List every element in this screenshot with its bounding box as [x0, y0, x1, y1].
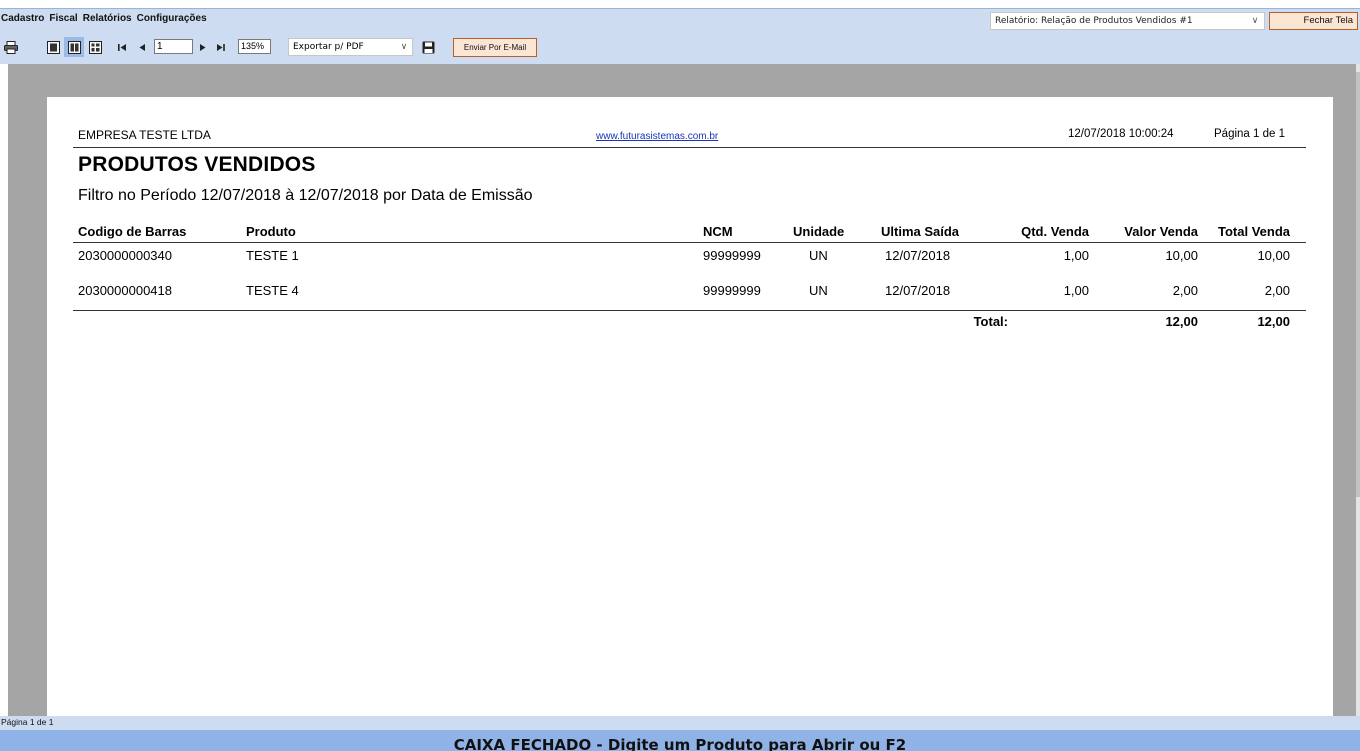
status-page-text: Página 1 de 1: [1, 717, 54, 727]
column-header-value: Valor Venda: [1124, 224, 1198, 239]
menu-configuracoes[interactable]: Configurações: [136, 13, 211, 24]
row2-total: 2,00: [1264, 283, 1290, 298]
printer-icon[interactable]: [3, 37, 19, 57]
multi-page-icon[interactable]: [86, 37, 104, 57]
report-filter: Filtro no Período 12/07/2018 à 12/07/201…: [78, 187, 533, 204]
chevron-down-icon: ∨: [1251, 16, 1259, 26]
row1-unit: UN: [809, 248, 828, 263]
row2-ncm: 99999999: [703, 283, 761, 298]
row1-last-sale: 12/07/2018: [885, 248, 951, 263]
previous-page-icon[interactable]: [137, 37, 147, 57]
column-header-barcode: Codigo de Barras: [78, 224, 187, 239]
window-top-strip: [0, 0, 1360, 8]
cash-status-bar: CAIXA FECHADO - Digite um Produto para A…: [0, 730, 1360, 751]
report-select[interactable]: Relatório: Relação de Produtos Vendidos …: [990, 12, 1265, 30]
table-header-divider: [73, 242, 1306, 243]
column-header-qty: Qtd. Venda: [1021, 224, 1089, 239]
close-screen-button[interactable]: Fechar Tela: [1269, 12, 1358, 30]
report-title: PRODUTOS VENDIDOS: [78, 153, 316, 176]
column-header-total: Total Venda: [1218, 224, 1290, 239]
column-header-ncm: NCM: [703, 224, 733, 239]
report-page-count: Página 1 de 1: [1214, 128, 1285, 140]
report-datetime: 12/07/2018 10:00:24: [1068, 128, 1174, 140]
company-website-link[interactable]: www.futurasistemas.com.br: [596, 131, 718, 142]
cash-status-text: CAIXA FECHADO - Digite um Produto para A…: [453, 736, 907, 751]
single-page-icon[interactable]: [44, 37, 62, 57]
row1-ncm: 99999999: [703, 248, 761, 263]
first-page-icon[interactable]: [116, 37, 128, 57]
report-select-value: Relatório: Relação de Produtos Vendidos …: [995, 16, 1193, 26]
menu-cadastro[interactable]: Cadastro: [0, 13, 48, 24]
save-icon[interactable]: [419, 37, 437, 57]
report-page: EMPRESA TESTE LTDA www.futurasistemas.co…: [47, 97, 1333, 716]
row1-barcode: 2030000000340: [78, 248, 172, 263]
menu-relatorios[interactable]: Relatórios: [82, 13, 136, 24]
row1-product: TESTE 1: [246, 248, 299, 263]
row2-qty: 1,00: [1063, 283, 1089, 298]
row2-last-sale: 12/07/2018: [885, 283, 951, 298]
row1-total: 10,00: [1257, 248, 1290, 263]
status-bar: Página 1 de 1: [0, 716, 1360, 730]
column-header-last-sale: Ultima Saída: [881, 224, 960, 239]
row2-value: 2,00: [1172, 283, 1198, 298]
row2-barcode: 2030000000418: [78, 283, 172, 298]
totals-label: Total:: [973, 314, 1008, 329]
zoom-input[interactable]: 135%: [238, 39, 271, 54]
row2-unit: UN: [809, 283, 828, 298]
page-number-input[interactable]: 1: [154, 39, 193, 54]
send-email-button[interactable]: Enviar Por E-Mail: [453, 38, 537, 57]
export-format-value: Exportar p/ PDF: [293, 42, 364, 52]
scrollbar-thumb[interactable]: [1356, 72, 1360, 497]
company-name: EMPRESA TESTE LTDA: [78, 128, 211, 142]
report-toolbar: 1 135% Exportar p/ PDF ∨ Enviar Por E-Ma…: [0, 37, 560, 59]
header-divider: [73, 147, 1306, 148]
app-header: Cadastro Fiscal Relatórios Configurações…: [0, 8, 1360, 64]
next-page-icon[interactable]: [198, 37, 208, 57]
export-format-select[interactable]: Exportar p/ PDF ∨: [288, 38, 413, 56]
column-header-product: Produto: [246, 224, 296, 239]
row1-qty: 1,00: [1063, 248, 1089, 263]
totals-value: 12,00: [1165, 314, 1198, 329]
totals-total: 12,00: [1257, 314, 1290, 329]
chevron-down-icon: ∨: [400, 42, 408, 52]
menu-fiscal[interactable]: Fiscal: [48, 13, 81, 24]
column-header-unit: Unidade: [793, 224, 845, 239]
last-page-icon[interactable]: [214, 37, 226, 57]
totals-divider: [73, 310, 1306, 311]
menubar: Cadastro Fiscal Relatórios Configurações: [0, 9, 211, 27]
row2-product: TESTE 4: [246, 283, 299, 298]
two-pages-icon[interactable]: [64, 37, 84, 57]
row1-value: 10,00: [1165, 248, 1198, 263]
